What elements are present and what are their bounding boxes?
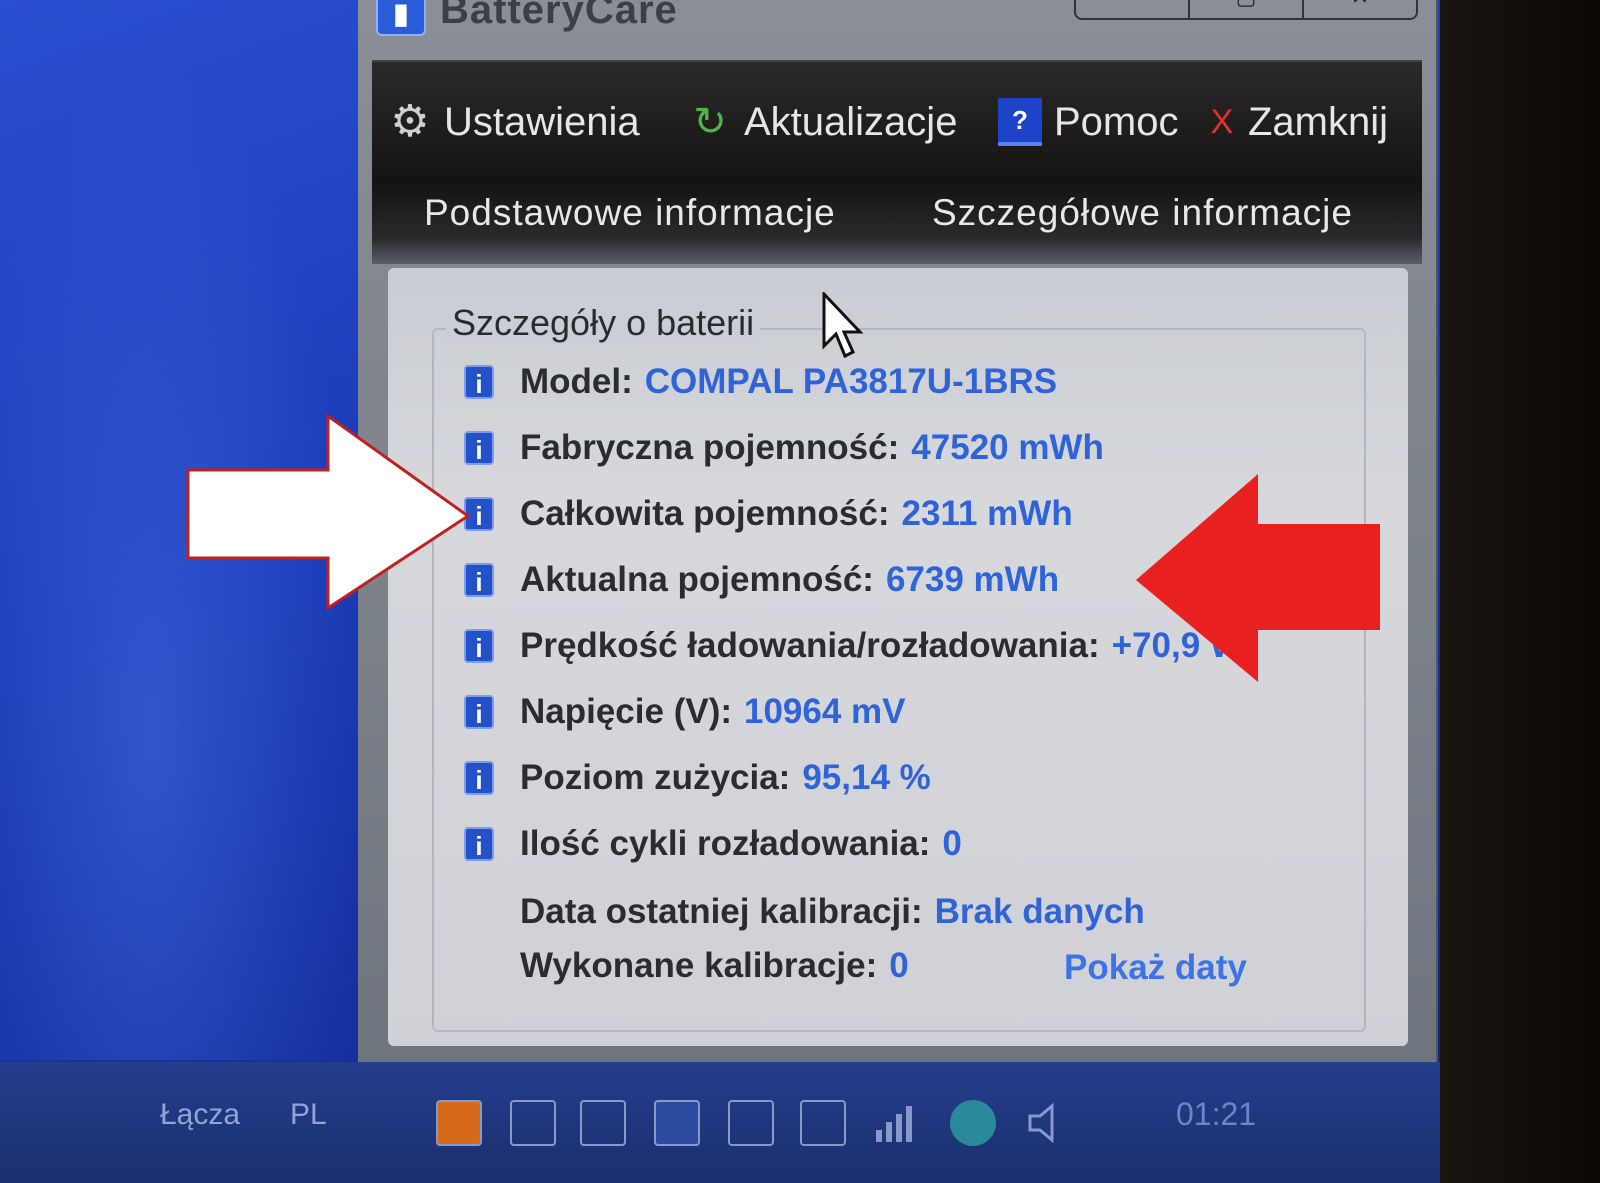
tab-basic-info[interactable]: Podstawowe informacje (424, 192, 836, 234)
taskbar-clock[interactable]: 01:21 (1176, 1096, 1256, 1133)
white-arrow-annotation (186, 413, 471, 611)
detail-row-full-capacity: i Całkowita pojemność: 2311 mWh (464, 492, 1073, 536)
title-bar[interactable]: ▮ BatteryCare — ▢ ✕ (358, 0, 1438, 56)
bluetooth-icon[interactable] (950, 1100, 996, 1146)
menu-updates-label: Aktualizacje (744, 99, 958, 144)
detail-label: Całkowita pojemność: (520, 494, 890, 533)
group-title: Szczegóły o baterii (446, 302, 761, 344)
detail-row-charge-rate: i Prędkość ładowania/rozładowania: +70,9… (464, 624, 1243, 668)
detail-label: Model: (520, 362, 633, 401)
calibrations-value: 0 (889, 946, 909, 985)
monitor-bezel (1440, 0, 1600, 1183)
show-dates-link[interactable]: Pokaż daty (1064, 948, 1247, 988)
menu-settings[interactable]: ⚙ Ustawienia (388, 92, 640, 152)
flag-tray-icon[interactable] (728, 1100, 774, 1146)
tab-bar: Podstawowe informacje Szczegółowe inform… (372, 178, 1422, 264)
menu-updates[interactable]: ↻ Aktualizacje (688, 92, 957, 152)
info-icon[interactable]: i (464, 629, 494, 663)
detail-value: 6739 mWh (885, 560, 1060, 599)
red-arrow-annotation (1136, 474, 1380, 682)
detail-row-design-capacity: i Fabryczna pojemność: 47520 mWh (464, 426, 1104, 470)
menu-settings-label: Ustawienia (444, 99, 640, 144)
detail-value: 0 (942, 824, 962, 863)
network-tray-icon[interactable] (654, 1100, 700, 1146)
detail-label: Prędkość ładowania/rozładowania: (520, 626, 1100, 665)
detail-label: Aktualna pojemność: (520, 560, 874, 599)
info-icon[interactable]: i (464, 695, 494, 729)
calibration-date-label: Data ostatniej kalibracji: (520, 892, 923, 931)
detail-row-voltage: i Napięcie (V): 10964 mV (464, 690, 906, 734)
power-tray-icon[interactable] (800, 1100, 846, 1146)
menu-help-label: Pomoc (1054, 99, 1179, 144)
volume-icon[interactable] (1024, 1100, 1070, 1146)
menu-bar: ⚙ Ustawienia ↻ Aktualizacje ? Pomoc X Za… (372, 60, 1422, 180)
detail-label: Fabryczna pojemność: (520, 428, 900, 467)
detail-row-wear-level: i Poziom zużycia: 95,14 % (464, 756, 931, 800)
detail-value: 47520 mWh (911, 428, 1104, 467)
language-indicator[interactable]: PL (290, 1098, 327, 1132)
taskbar: Łącza PL 01:21 (0, 1062, 1440, 1183)
calibration-date-value: Brak danych (934, 892, 1145, 931)
maximize-button[interactable]: ▢ (1190, 0, 1304, 18)
detail-label: Ilość cykli rozładowania: (520, 824, 931, 863)
gear-icon: ⚙ (390, 97, 430, 146)
display-tray-icon[interactable] (510, 1100, 556, 1146)
detail-value: 2311 mWh (901, 494, 1073, 533)
info-icon[interactable]: i (464, 827, 494, 861)
refresh-icon: ↻ (693, 100, 727, 144)
help-icon: ? (998, 98, 1042, 146)
menu-close-label: Zamknij (1248, 99, 1389, 144)
detail-row-current-capacity: i Aktualna pojemność: 6739 mWh (464, 558, 1059, 602)
detail-row-model: i Model: COMPAL PA3817U-1BRS (464, 360, 1057, 404)
info-icon[interactable]: i (464, 761, 494, 795)
battery-icon: ▮ (376, 0, 426, 36)
calibration-date-row: Data ostatniej kalibracji: Brak danych (520, 890, 1145, 934)
detail-label: Napięcie (V): (520, 692, 732, 731)
calibrations-row: Wykonane kalibracje: 0 (520, 944, 909, 988)
minimize-button[interactable]: — (1076, 0, 1190, 18)
mouse-cursor-icon (822, 292, 864, 359)
detail-value: 10964 mV (744, 692, 906, 731)
window-controls: — ▢ ✕ (1074, 0, 1418, 20)
menu-help[interactable]: ? Pomoc (998, 92, 1179, 152)
window-title: BatteryCare (440, 0, 678, 32)
close-icon: X (1210, 103, 1234, 141)
signal-bars-icon[interactable] (872, 1100, 918, 1146)
taskbar-links-label[interactable]: Łącza (160, 1098, 240, 1132)
app-tray-icon[interactable] (436, 1100, 482, 1146)
detail-row-discharge-cycles: i Ilość cykli rozładowania: 0 (464, 822, 962, 866)
detail-value: COMPAL PA3817U-1BRS (644, 362, 1058, 401)
detail-label: Poziom zużycia: (520, 758, 791, 797)
close-window-button[interactable]: ✕ (1304, 0, 1416, 18)
menu-close[interactable]: X Zamknij (1208, 92, 1388, 152)
device-tray-icon[interactable] (580, 1100, 626, 1146)
info-icon[interactable]: i (464, 365, 494, 399)
calibrations-label: Wykonane kalibracje: (520, 946, 878, 985)
tab-detailed-info[interactable]: Szczegółowe informacje (932, 192, 1353, 234)
detail-value: 95,14 % (802, 758, 931, 797)
